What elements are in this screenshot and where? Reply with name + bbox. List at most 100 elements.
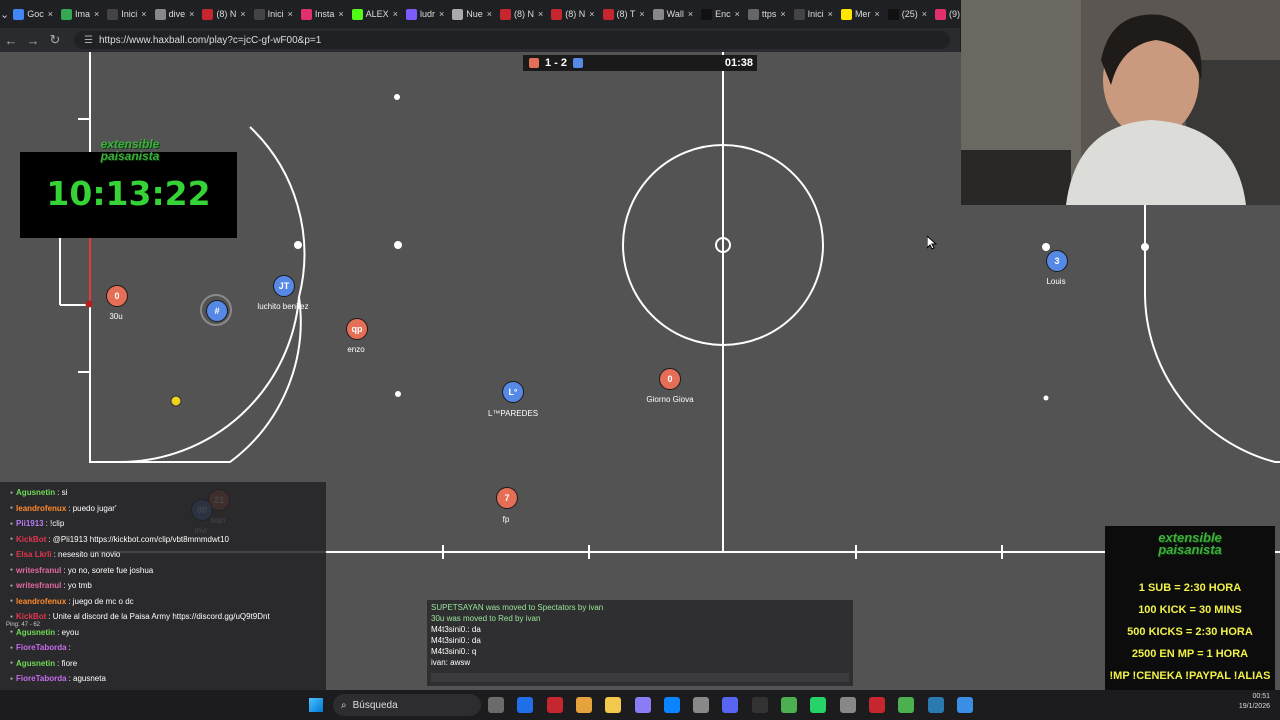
browser-tab[interactable]: (8) N × — [547, 3, 598, 25]
store-icon[interactable] — [575, 697, 592, 713]
chat-text: : eyou — [57, 627, 79, 637]
match-clock: 01:38 — [724, 57, 753, 69]
browser-tab[interactable]: Mer × — [837, 3, 884, 25]
browser-tab[interactable]: Inici × — [790, 3, 837, 25]
browser-tab[interactable]: ludr × — [402, 3, 448, 25]
chat-username[interactable]: Agusnetin — [16, 488, 55, 497]
tab-close-icon[interactable]: × — [189, 9, 194, 19]
tab-close-icon[interactable]: × — [780, 9, 785, 19]
browser-tab[interactable]: (25) × — [884, 3, 931, 25]
chat-username[interactable]: leandrofenux — [16, 597, 66, 606]
chat-message: ● Pii1913: !clip — [10, 519, 64, 528]
logo-line-2: paisanista — [100, 149, 160, 163]
browser-tab[interactable]: Inici × — [103, 3, 150, 25]
chat-username[interactable]: Agusnetin — [16, 659, 55, 668]
forward-arrow-icon[interactable]: → — [22, 33, 44, 48]
tab-close-icon[interactable]: × — [439, 9, 444, 19]
player-name: fp — [502, 515, 510, 524]
tab-label: Nue — [466, 9, 483, 19]
pen-app-icon[interactable] — [634, 697, 651, 713]
tab-close-icon[interactable]: × — [589, 9, 594, 19]
browser-tab[interactable]: Nue × — [448, 3, 496, 25]
chat-username[interactable]: FioreTaborda — [16, 643, 67, 652]
browser-tab[interactable]: (8) N × — [198, 3, 249, 25]
chat-username[interactable]: writesfranul — [16, 566, 61, 575]
ping-readout: Ping: 47 - 62 — [6, 622, 41, 628]
chat-username[interactable]: KickBot — [16, 535, 46, 544]
chat-message: ● leandrofenux: juego de mc o dc — [10, 597, 134, 606]
tab-close-icon[interactable]: × — [922, 9, 927, 19]
chat-username[interactable]: FioreTaborda — [16, 674, 67, 683]
tab-close-icon[interactable]: × — [338, 9, 343, 19]
tab-close-icon[interactable]: × — [874, 9, 879, 19]
system-clock[interactable]: 00:51 19/1/2026 — [1210, 693, 1270, 710]
settings-icon[interactable] — [693, 697, 710, 713]
tab-close-icon[interactable]: × — [538, 9, 543, 19]
task-view-icon[interactable] — [488, 697, 504, 713]
site-info-icon[interactable]: ☰ — [84, 35, 93, 46]
browser-tab[interactable]: dive × — [151, 3, 199, 25]
chat-badge-icon: ● — [10, 567, 14, 573]
windows-start-icon[interactable] — [309, 698, 323, 712]
chrome-icon[interactable] — [781, 697, 797, 713]
app-icon[interactable] — [868, 697, 885, 713]
whatsapp-icon[interactable] — [810, 697, 827, 713]
chat-username[interactable]: Elsa Lkrli — [16, 550, 52, 559]
scoreboard: 1 - 2 01:38 — [523, 55, 757, 71]
discord-icon[interactable] — [722, 697, 739, 713]
player-disc-red: 7 — [496, 487, 518, 509]
app-icon[interactable] — [927, 697, 944, 713]
steam-icon[interactable] — [956, 697, 973, 713]
terminal-icon[interactable] — [751, 697, 768, 713]
chat-username[interactable]: writesfranul — [16, 581, 61, 590]
tab-list-chevron-icon[interactable]: ⌄ — [0, 8, 9, 21]
browser-tab[interactable]: Ima × — [57, 3, 103, 25]
browser-tab-strip: ⌄ Goc × Ima × Inici × dive × (8) N × Inici × Insta × A… — [0, 0, 960, 28]
tab-list: Goc × Ima × Inici × dive × (8) N × Inici × Insta × ALE… — [9, 3, 960, 25]
chat-text: : fiore — [57, 658, 78, 668]
copilot-icon[interactable] — [517, 697, 534, 713]
edge-icon[interactable] — [663, 697, 680, 713]
browser-tab[interactable]: ttps × — [744, 3, 790, 25]
browser-tab[interactable]: Wall × — [649, 3, 697, 25]
subs-goal-line: !MP !CENEKA !PAYPAL !ALIAS — [1109, 670, 1271, 682]
tab-close-icon[interactable]: × — [48, 9, 53, 19]
opera-icon[interactable] — [546, 697, 563, 713]
tab-label: Insta — [314, 9, 335, 19]
browser-tab[interactable]: Insta × — [297, 3, 348, 25]
url-field[interactable]: ☰ https://www.haxball.com/play?c=jcC-gf-… — [74, 31, 950, 49]
file-explorer-icon[interactable] — [605, 697, 622, 713]
browser-tab[interactable]: (9) I× — [931, 3, 960, 25]
tab-close-icon[interactable]: × — [487, 9, 492, 19]
tab-close-icon[interactable]: × — [94, 9, 99, 19]
browser-tab[interactable]: ALEX × — [348, 3, 402, 25]
taskbar-search[interactable]: ⌕ Búsqueda — [333, 694, 481, 716]
tab-label: (8) T — [616, 9, 636, 19]
chat-username[interactable]: leandrofenux — [16, 504, 66, 513]
tab-close-icon[interactable]: × — [639, 9, 644, 19]
tab-close-icon[interactable]: × — [141, 9, 146, 19]
browser-tab[interactable]: (8) T × — [599, 3, 649, 25]
browser-tab[interactable]: Enc × — [697, 3, 744, 25]
score-text: 1 - 2 — [545, 57, 568, 69]
tab-close-icon[interactable]: × — [240, 9, 245, 19]
tab-close-icon[interactable]: × — [288, 9, 293, 19]
chat-username[interactable]: KickBot — [16, 612, 46, 621]
reload-icon[interactable]: ↻ — [44, 32, 66, 48]
gear-icon[interactable] — [839, 697, 856, 713]
tab-close-icon[interactable]: × — [393, 9, 398, 19]
game-chat-input[interactable] — [431, 673, 849, 682]
chat-badge-icon: ● — [10, 489, 14, 496]
back-arrow-icon[interactable]: ← — [0, 33, 22, 48]
chat-text: : agusneta — [68, 674, 106, 683]
browser-tab[interactable]: Goc × — [9, 3, 57, 25]
browser-tab[interactable]: Inici × — [250, 3, 297, 25]
tab-label: Inici — [807, 9, 824, 19]
browser-tab[interactable]: (8) N × — [496, 3, 547, 25]
tab-close-icon[interactable]: × — [688, 9, 693, 19]
tab-close-icon[interactable]: × — [828, 9, 833, 19]
tab-close-icon[interactable]: × — [735, 9, 740, 19]
chat-username[interactable]: Agusnetin — [16, 628, 55, 637]
chrome-profile-icon[interactable] — [898, 697, 915, 713]
chat-username[interactable]: Pii1913 — [16, 519, 44, 528]
